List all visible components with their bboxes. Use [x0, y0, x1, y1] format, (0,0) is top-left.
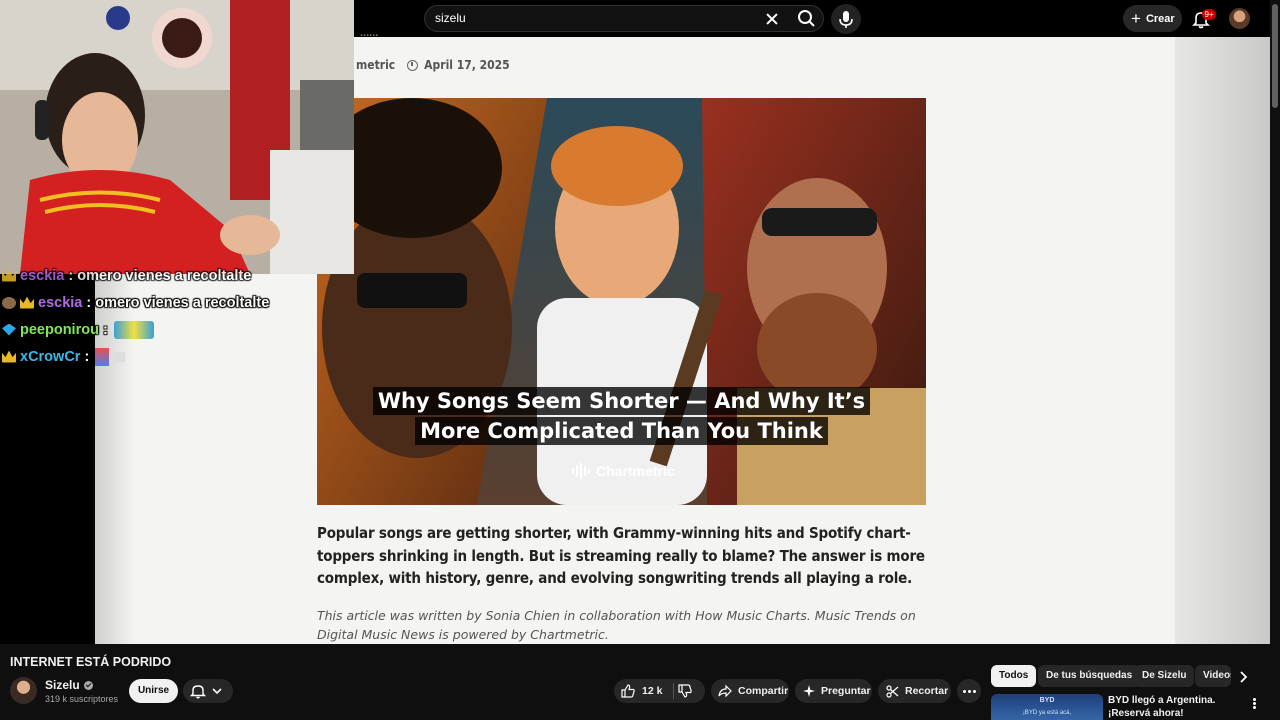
- recommendation-menu-button[interactable]: [1249, 697, 1259, 711]
- chip-videos[interactable]: Videos: [1195, 665, 1231, 687]
- thumb-brand: BYD: [1039, 697, 1055, 704]
- hero-image: Why Songs Seem Shorter — And Why It’s Mo…: [317, 98, 926, 505]
- search-button[interactable]: [790, 6, 824, 31]
- chip-all[interactable]: Todos: [991, 665, 1037, 687]
- dislike-button[interactable]: [678, 684, 692, 701]
- plus-icon: +: [1131, 9, 1141, 28]
- stream-chat: esckia : omero vienes a recoltalte escki…: [2, 262, 302, 370]
- article-top-fragment: ......: [360, 27, 379, 39]
- clip-label: Recortar: [905, 685, 949, 697]
- article-note: This article was written by Sonia Chien …: [317, 608, 916, 642]
- scissors-icon: [886, 684, 899, 698]
- chat-user: esckia: [20, 267, 65, 284]
- gem-icon: [2, 323, 16, 336]
- more-icon: [962, 689, 966, 693]
- like-button[interactable]: 12 k: [614, 684, 673, 698]
- search-input[interactable]: [435, 6, 755, 31]
- chat-message: esckia : omero vienes a recoltalte: [2, 289, 302, 316]
- article-lead: Popular songs are getting shorter, with …: [317, 524, 925, 587]
- video-player[interactable]: ...... metric April 17, 2025 Why Songs S…: [0, 0, 1270, 644]
- share-button[interactable]: Compartir: [711, 679, 789, 703]
- close-icon[interactable]: [762, 9, 782, 29]
- bell-icon: [189, 685, 222, 699]
- scrollbar-thumb[interactable]: [1272, 4, 1278, 108]
- hero-caption: Why Songs Seem Shorter — And Why It’s Mo…: [317, 386, 926, 446]
- verified-icon: [83, 680, 93, 690]
- scrollbar[interactable]: [1270, 0, 1280, 644]
- page-shadow-right: [1175, 37, 1270, 644]
- more-actions-button[interactable]: [957, 679, 981, 703]
- crown-icon: [20, 296, 34, 309]
- mic-icon: [839, 11, 853, 28]
- ask-button[interactable]: Preguntar: [795, 679, 872, 703]
- chat-text: :: [84, 348, 90, 365]
- chat-text: :: [102, 321, 108, 338]
- more-vert-icon: [1252, 698, 1256, 701]
- chip-from-channel[interactable]: De Sizelu: [1134, 665, 1195, 687]
- recommendation-thumbnail[interactable]: BYD ¡BYD ya está acá,: [991, 694, 1103, 720]
- chat-text: omero vienes a recoltalte: [77, 267, 252, 284]
- chevron-right-icon: [1240, 671, 1248, 683]
- video-title: INTERNET ESTÁ PODRIDO: [10, 655, 172, 669]
- waveform-icon: [572, 463, 590, 479]
- chat-user: xCrowCr: [20, 348, 81, 365]
- chat-message: xCrowCr :: [2, 343, 302, 370]
- voice-search-button[interactable]: [831, 4, 861, 34]
- channel-name[interactable]: Sizelu: [45, 678, 93, 692]
- hero-brand: Chartmetric: [572, 463, 675, 479]
- chat-message: esckia : omero vienes a recoltalte: [2, 262, 302, 289]
- channel-avatar[interactable]: [10, 677, 37, 704]
- subscriber-count: 319 k suscriptores: [45, 694, 119, 704]
- emote-image: [115, 351, 126, 362]
- webcam-overlay: [0, 0, 354, 274]
- chat-message: peeponirou :: [2, 316, 302, 343]
- chip-from-searches[interactable]: De tus búsquedas: [1038, 665, 1141, 687]
- search-icon: [798, 10, 815, 27]
- ask-label: Preguntar: [821, 685, 871, 697]
- subscription-bell-button[interactable]: [183, 679, 233, 703]
- thumbs-down-icon: [678, 684, 692, 698]
- search-box[interactable]: [424, 5, 824, 32]
- notification-count-badge: 9+: [1202, 9, 1216, 20]
- article-meta: metric April 17, 2025: [356, 58, 510, 72]
- chevron-down-icon: [212, 688, 222, 695]
- emote-image: [95, 347, 110, 366]
- webcam-image: [0, 0, 354, 274]
- like-count: 12 k: [642, 685, 663, 697]
- emote-image: [113, 320, 154, 339]
- join-button[interactable]: Unirse: [129, 679, 178, 703]
- channel-name-label: Sizelu: [45, 678, 80, 692]
- like-dislike-group: 12 k: [614, 679, 705, 703]
- hero-brand-label: Chartmetric: [596, 463, 675, 479]
- create-button[interactable]: + Crear: [1123, 5, 1182, 32]
- author-fragment: metric: [356, 58, 396, 72]
- hero-caption-line-1: Why Songs Seem Shorter — And Why It’s: [372, 387, 871, 415]
- clip-button[interactable]: Recortar: [878, 679, 951, 703]
- create-label: Crear: [1145, 12, 1175, 25]
- recommendation-title[interactable]: BYD llegó a Argentina. ¡Reservá ahora!: [1108, 694, 1243, 720]
- thumbs-up-icon: [621, 684, 635, 698]
- sparkle-icon: [803, 685, 815, 697]
- chat-user: peeponirou: [20, 321, 99, 338]
- crown-icon: [2, 269, 16, 282]
- share-icon: [718, 684, 732, 698]
- screen: ...... metric April 17, 2025 Why Songs S…: [0, 0, 1280, 720]
- article-date: April 17, 2025: [424, 58, 510, 72]
- chat-text: omero vienes a recoltalte: [95, 294, 270, 311]
- clock-icon: [407, 59, 419, 71]
- thumb-text: ¡BYD ya está acá,: [1022, 710, 1072, 716]
- crown-icon: [2, 350, 16, 363]
- chat-user: esckia: [38, 294, 83, 311]
- chips-next-button[interactable]: [1233, 667, 1253, 687]
- avatar-badge-icon: [2, 296, 16, 309]
- share-label: Compartir: [738, 685, 789, 697]
- hero-caption-line-2: More Complicated Than You Think: [415, 417, 828, 445]
- account-avatar[interactable]: [1229, 8, 1250, 29]
